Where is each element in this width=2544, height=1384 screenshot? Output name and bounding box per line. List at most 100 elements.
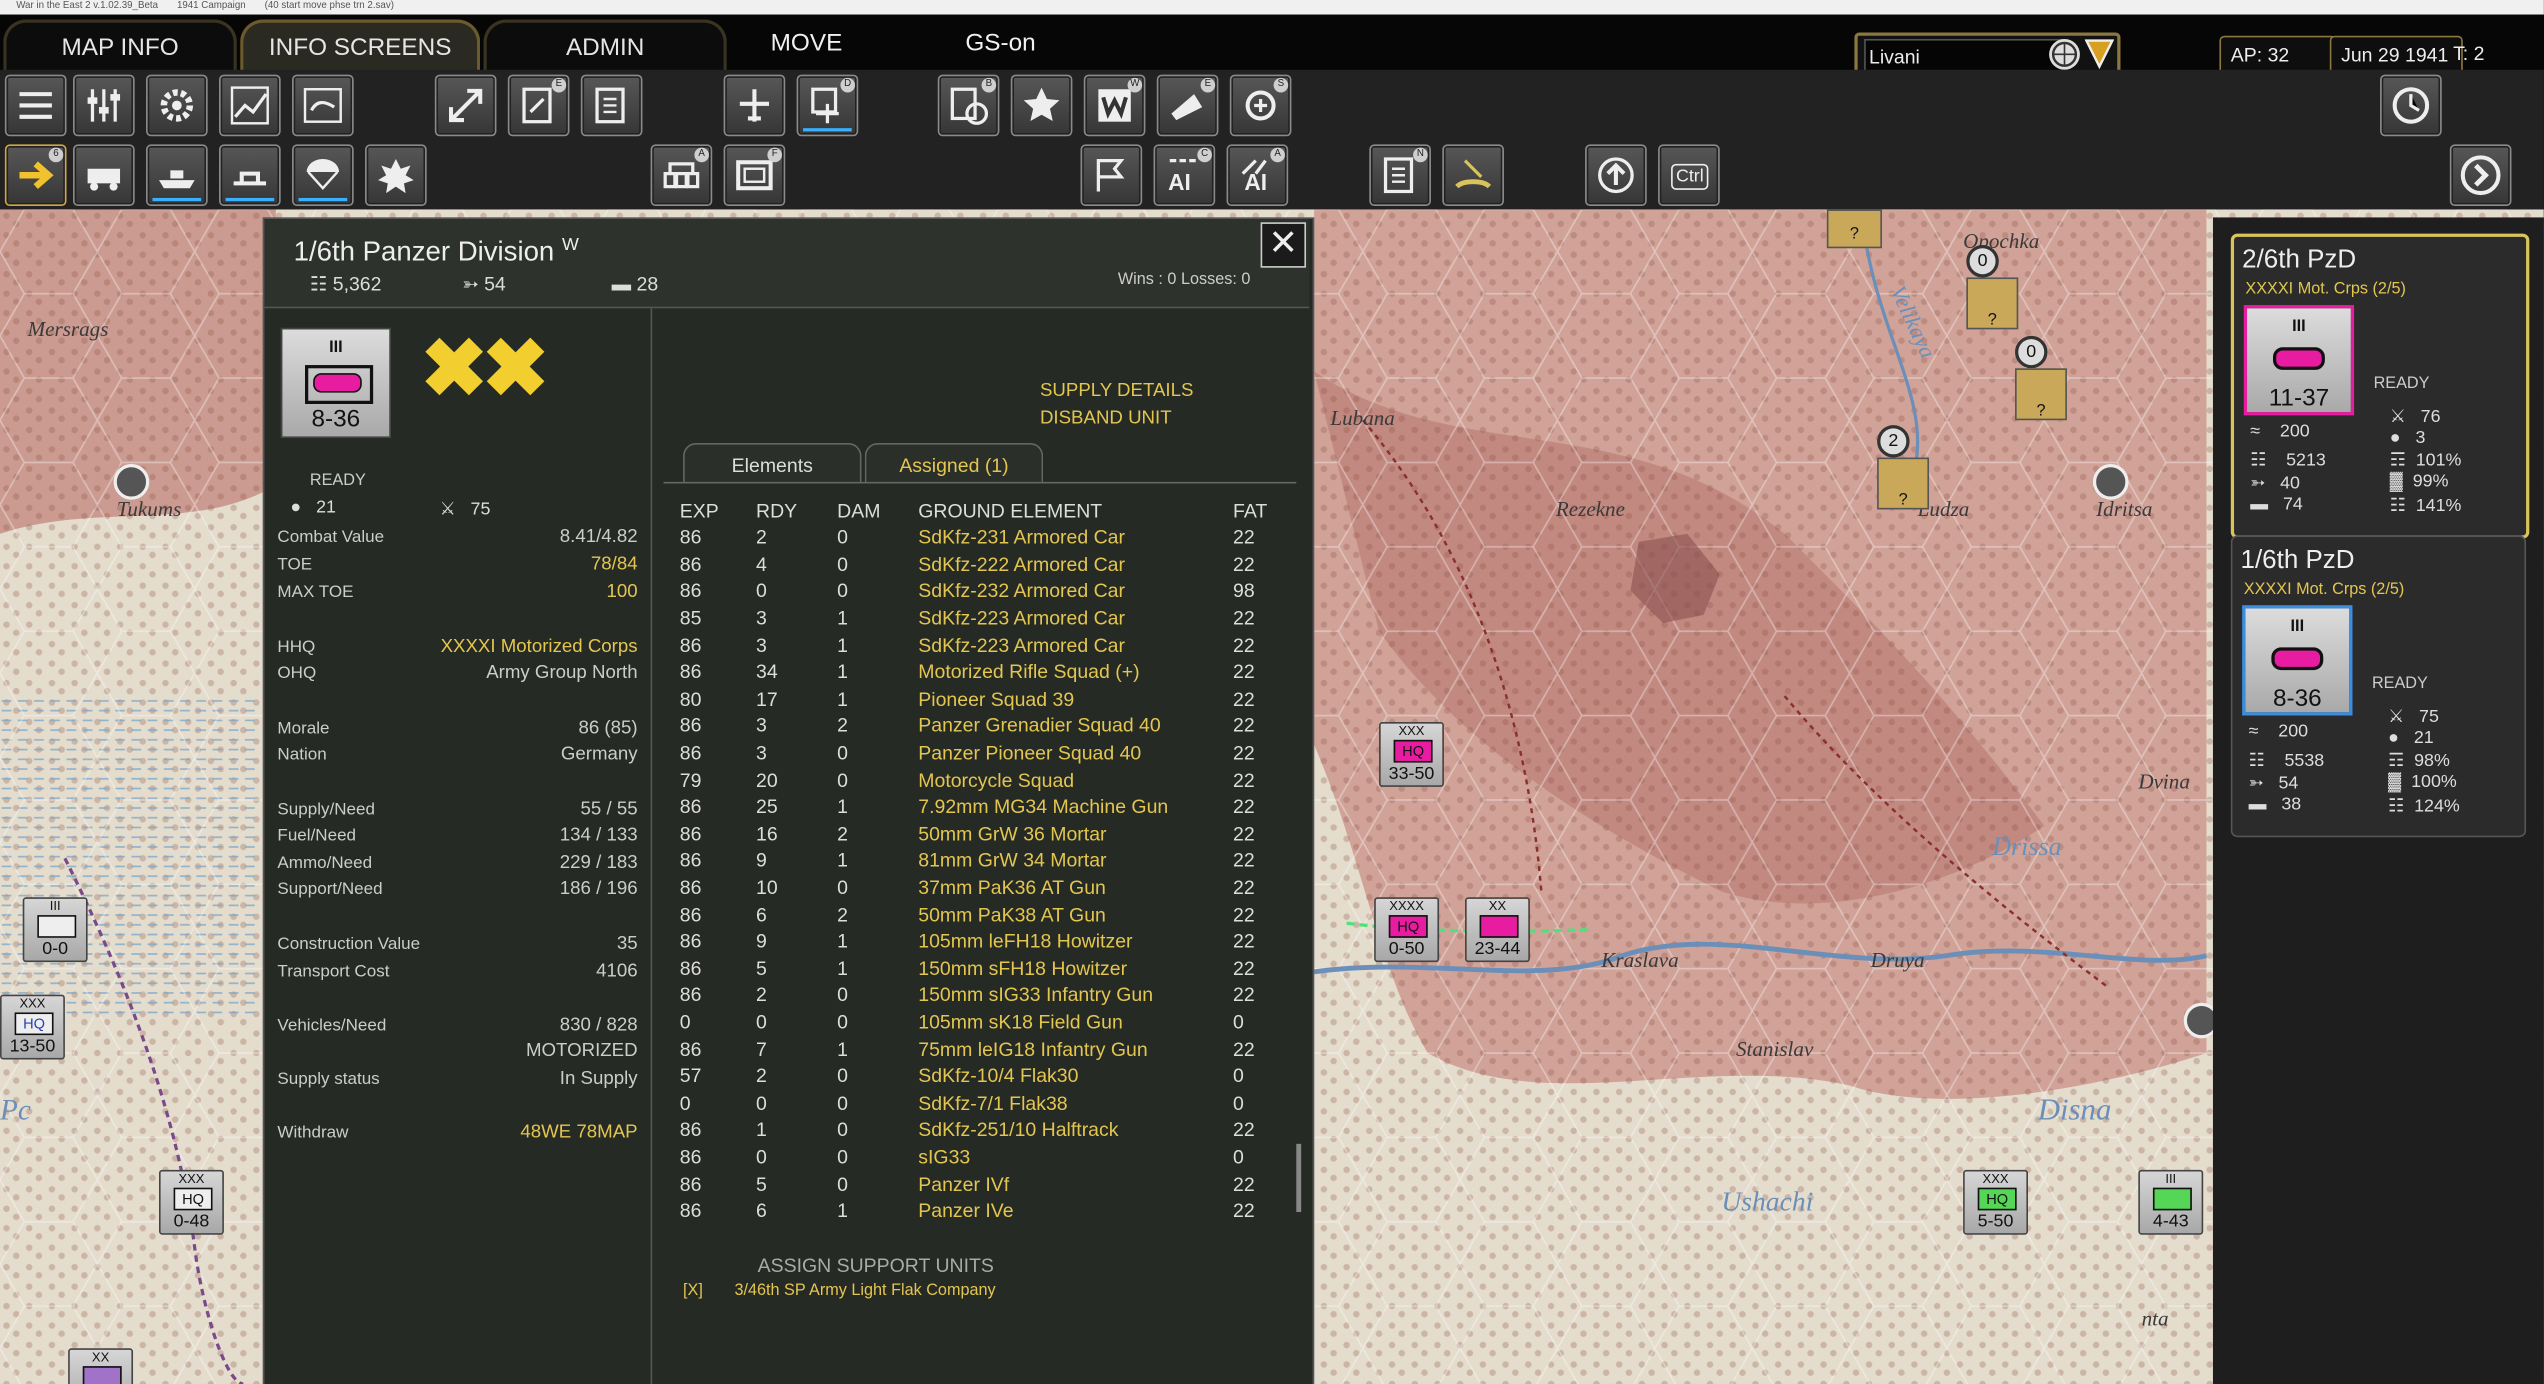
table-row[interactable]: 86 0 0 sIG33 0 (680, 1143, 1298, 1170)
globe-icon[interactable] (2049, 38, 2080, 70)
victory-button[interactable] (1010, 74, 1073, 137)
column-header[interactable]: FAT (1233, 498, 1298, 524)
unit-card[interactable]: 2/6th PzD XXXXI Mot. Crps (2/5) III 11-3… (2230, 233, 2530, 539)
element-name[interactable]: 37mm PaK36 AT Gun (918, 874, 1233, 901)
end-turn-settings-button[interactable] (2380, 74, 2442, 137)
table-row[interactable]: 86 5 0 Panzer IVf 22 (680, 1170, 1298, 1197)
map-unit-counter[interactable]: XXX HQ 0-48 (158, 1169, 224, 1235)
table-row[interactable]: 86 3 0 Panzer Pioneer Squad 40 22 (680, 739, 1298, 766)
commander-button[interactable]: E (1156, 74, 1219, 137)
element-name[interactable]: 81mm GrW 34 Mortar (918, 847, 1233, 874)
unit-card[interactable]: 1/6th PzD XXXXI Mot. Crps (2/5) III 8-36… (2230, 535, 2527, 838)
table-row[interactable]: 80 17 1 Pioneer Squad 39 22 (680, 686, 1298, 713)
map-unit-counter[interactable]: XXX HQ 5-50 (1963, 1169, 2028, 1235)
gs-toggle[interactable]: GS-on (965, 29, 1035, 57)
bombard-mode-button[interactable] (365, 144, 427, 207)
unit-list-button[interactable] (4, 74, 67, 137)
supply-report-button[interactable]: N (1369, 144, 1431, 207)
ai-combat-button[interactable]: AI C (1153, 144, 1216, 207)
element-name[interactable]: Panzer IVf (918, 1170, 1233, 1197)
filter-icon[interactable] (2084, 37, 2115, 70)
element-name[interactable]: 105mm leFH18 Howitzer (918, 928, 1233, 955)
element-name[interactable]: SdKfz-7/1 Flak38 (918, 1089, 1233, 1116)
map-unit-counter[interactable]: XXX HQ 13-50 (0, 994, 65, 1060)
map-report-button[interactable] (292, 74, 354, 137)
element-name[interactable]: sIG33 (918, 1143, 1233, 1170)
enemy-marker[interactable]: ? (1826, 209, 1882, 249)
column-header[interactable]: RDY (756, 498, 837, 524)
move-menu[interactable]: MOVE (771, 29, 843, 57)
enemy-marker[interactable]: 0 ? (1960, 244, 2019, 330)
element-name[interactable]: Panzer Grenadier Squad 40 (918, 713, 1233, 740)
table-row[interactable]: 86 4 0 SdKfz-222 Armored Car 22 (680, 551, 1298, 578)
element-name[interactable]: 50mm PaK38 AT Gun (918, 901, 1233, 928)
formation-button[interactable]: A (650, 144, 713, 207)
map-unit-counter[interactable]: XX (68, 1348, 134, 1384)
air-recon-button[interactable] (1442, 144, 1504, 207)
element-name[interactable]: 105mm sK18 Field Gun (918, 1009, 1233, 1036)
table-row[interactable]: 86 16 2 50mm GrW 36 Mortar 22 (680, 820, 1298, 847)
element-name[interactable]: 150mm sIG33 Infantry Gun (918, 982, 1233, 1009)
ctrl-button[interactable]: Ctrl (1658, 144, 1720, 207)
element-name[interactable]: SdKfz-223 Armored Car (918, 632, 1233, 659)
element-name[interactable]: Panzer Pioneer Squad 40 (918, 739, 1233, 766)
table-row[interactable]: 57 2 0 SdKfz-10/4 Flak30 0 (680, 1063, 1298, 1090)
column-header[interactable]: DAM (837, 498, 918, 524)
assigned-checkbox[interactable]: [X] (683, 1282, 703, 1300)
element-name[interactable]: SdKfz-251/10 Halftrack (918, 1116, 1233, 1143)
frame-button[interactable]: F (723, 144, 786, 207)
tab-elements[interactable]: Elements (683, 442, 862, 484)
ai-assist-button[interactable]: AI A (1226, 144, 1289, 207)
element-name[interactable]: SdKfz-232 Armored Car (918, 578, 1233, 605)
map-unit-counter[interactable]: XXX HQ 33-50 (1379, 722, 1444, 787)
element-name[interactable]: Pioneer Squad 39 (918, 686, 1233, 713)
table-row[interactable]: 86 25 1 7.92mm MG34 Machine Gun 22 (680, 793, 1298, 820)
tab-assigned[interactable]: Assigned (1) (864, 442, 1044, 484)
element-name[interactable]: SdKfz-223 Armored Car (918, 605, 1233, 632)
column-header[interactable]: GROUND ELEMENT (918, 498, 1233, 524)
element-name[interactable]: Panzer IVe (918, 1197, 1233, 1224)
supply-details-link[interactable]: SUPPLY DETAILS (1040, 378, 1193, 406)
element-name[interactable]: 75mm leIG18 Infantry Gun (918, 1036, 1233, 1063)
weather-button[interactable]: W (1083, 74, 1146, 137)
table-row[interactable]: 86 6 2 50mm PaK38 AT Gun 22 (680, 901, 1298, 928)
element-name[interactable]: SdKfz-222 Armored Car (918, 551, 1233, 578)
table-row[interactable]: 0 0 0 105mm sK18 Field Gun 0 (680, 1009, 1298, 1036)
table-row[interactable]: 86 2 0 SdKfz-231 Armored Car 22 (680, 524, 1298, 551)
element-name[interactable]: SdKfz-10/4 Flak30 (918, 1063, 1233, 1090)
shift-button[interactable] (1585, 144, 1647, 207)
map-unit-counter[interactable]: III 0-0 (22, 897, 88, 963)
tab-admin[interactable]: ADMIN (483, 19, 727, 72)
assigned-support-unit[interactable]: [X] 3/46th SP Army Light Flak Company (683, 1282, 996, 1300)
air-group-button[interactable]: D (796, 74, 859, 137)
production-button[interactable]: S (1229, 74, 1292, 137)
next-button[interactable] (2449, 144, 2512, 207)
element-name[interactable]: SdKfz-231 Armored Car (918, 524, 1233, 551)
table-row[interactable]: 86 0 0 SdKfz-232 Armored Car 98 (680, 578, 1298, 605)
element-name[interactable]: 50mm GrW 36 Mortar (918, 820, 1233, 847)
map-unit-counter[interactable]: III 4-43 (2138, 1169, 2204, 1235)
edit-button[interactable]: E (507, 74, 570, 137)
expand-button[interactable] (434, 74, 497, 137)
table-row[interactable]: 86 5 1 150mm sFH18 Howitzer 22 (680, 955, 1298, 982)
table-scrollbar[interactable] (1296, 1143, 1302, 1213)
table-row[interactable]: 86 2 0 150mm sIG33 Infantry Gun 22 (680, 982, 1298, 1009)
column-header[interactable]: EXP (680, 498, 756, 524)
table-row[interactable]: 0 0 0 SdKfz-7/1 Flak38 0 (680, 1089, 1298, 1116)
tab-info-screens[interactable]: INFO SCREENS (240, 19, 481, 72)
rail-mode-button[interactable] (73, 144, 135, 207)
table-row[interactable]: 79 20 0 Motorcycle Squad 22 (680, 766, 1298, 793)
map-unit-counter[interactable]: XXXX HQ 0-50 (1374, 897, 1440, 963)
disband-unit-link[interactable]: DISBAND UNIT (1040, 406, 1193, 434)
element-name[interactable]: Motorcycle Squad (918, 766, 1233, 793)
table-row[interactable]: 86 34 1 Motorized Rifle Squad (+) 22 (680, 659, 1298, 686)
table-row[interactable]: 86 10 0 37mm PaK36 AT Gun 22 (680, 874, 1298, 901)
element-name[interactable]: Motorized Rifle Squad (+) (918, 659, 1233, 686)
table-row[interactable]: 86 9 1 81mm GrW 34 Mortar 22 (680, 847, 1298, 874)
sliders-button[interactable] (73, 74, 135, 137)
air-mission-button[interactable] (723, 74, 786, 137)
world-button[interactable]: B (937, 74, 1000, 137)
naval-mode-button[interactable] (146, 144, 208, 207)
map-unit-counter[interactable]: XX 23-44 (1465, 897, 1530, 963)
stat-value[interactable]: XXXXI Motorized Corps (441, 638, 638, 657)
